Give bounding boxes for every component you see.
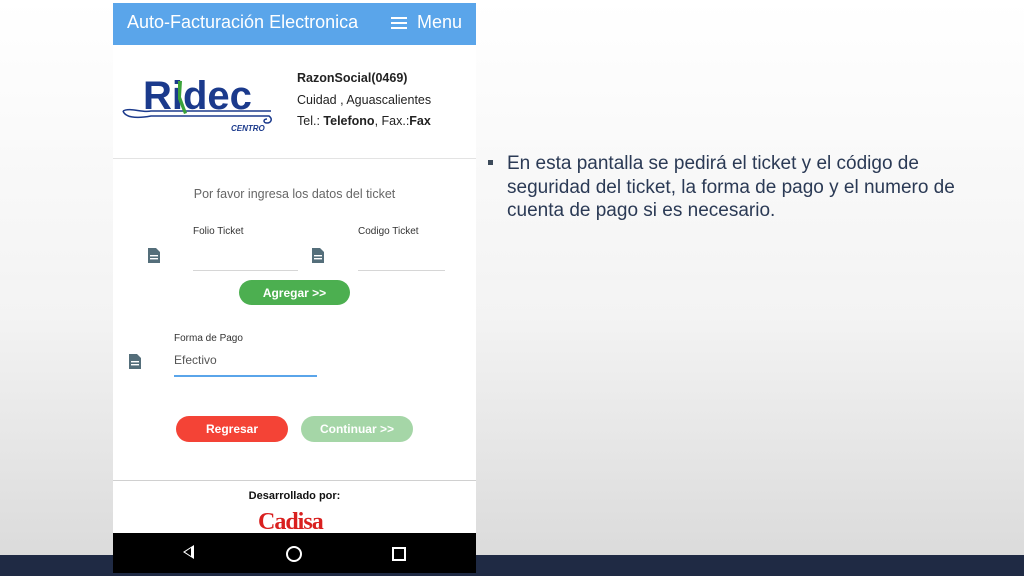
slide-bullet-text: En esta pantalla se pedirá el ticket y e… xyxy=(507,153,955,221)
continuar-button[interactable]: Continuar >> xyxy=(301,416,413,442)
document-icon xyxy=(312,248,324,263)
android-nav-bar xyxy=(113,533,476,573)
app-title: Auto-Facturación Electronica xyxy=(127,12,359,32)
document-icon xyxy=(129,354,141,369)
form-prompt: Por favor ingresa los datos del ticket xyxy=(193,187,396,201)
menu-button[interactable]: Menu xyxy=(390,12,462,33)
cadisa-logo: Cadisa xyxy=(258,509,324,535)
forma-pago-underline xyxy=(174,375,317,377)
home-icon[interactable] xyxy=(286,546,302,562)
header-divider xyxy=(113,158,476,159)
forma-pago-label: Forma de Pago xyxy=(174,333,243,344)
phone-screen: Auto-Facturación Electronica Menu Ridec … xyxy=(113,3,476,573)
company-contact: Tel.: Telefono, Fax.:Fax xyxy=(297,114,431,128)
folio-ticket-input[interactable] xyxy=(193,270,298,271)
company-city: Cuidad , Aguascalientes xyxy=(297,92,432,107)
regresar-button[interactable]: Regresar xyxy=(176,416,288,442)
company-fax: Fax xyxy=(409,114,431,128)
company-info: RazonSocial(0469) Cuidad , Aguascaliente… xyxy=(297,68,431,133)
agregar-button[interactable]: Agregar >> xyxy=(239,280,350,305)
forma-pago-select[interactable]: Efectivo xyxy=(174,353,217,367)
ridec-logo: Ridec CENTRO xyxy=(122,74,272,133)
bullet-square-icon xyxy=(488,160,493,165)
company-name: RazonSocial(0469) xyxy=(297,71,408,85)
footer-divider xyxy=(113,480,476,481)
logo-subtext: CENTRO xyxy=(231,124,266,133)
codigo-ticket-input[interactable] xyxy=(358,270,445,271)
document-icon xyxy=(148,248,160,263)
back-icon[interactable] xyxy=(183,545,194,559)
codigo-label: Codigo Ticket xyxy=(358,226,419,237)
recent-apps-icon[interactable] xyxy=(392,547,406,561)
app-bar: Auto-Facturación Electronica Menu xyxy=(113,3,476,45)
menu-label: Menu xyxy=(416,12,462,32)
company-tel: Telefono xyxy=(323,114,375,128)
developed-by-label: Desarrollado por: xyxy=(248,490,341,502)
hamburger-icon xyxy=(390,16,407,29)
folio-label: Folio Ticket xyxy=(193,226,244,237)
logo-text: Ridec xyxy=(143,74,252,118)
